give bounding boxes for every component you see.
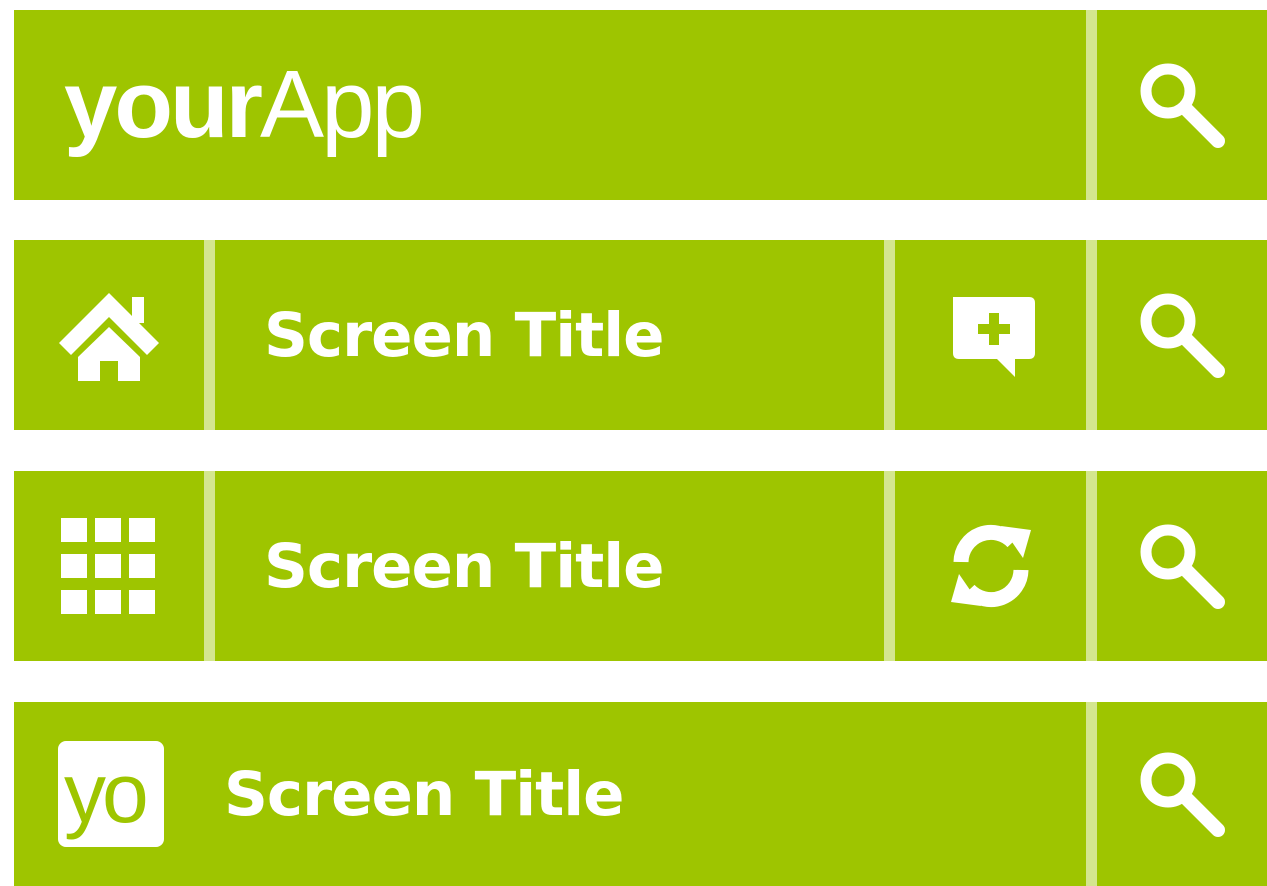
search-button[interactable] — [1097, 471, 1267, 661]
search-icon — [1132, 285, 1232, 385]
app-icon-text: yo — [64, 746, 149, 840]
action-bar-brand: your App — [14, 10, 1267, 200]
divider — [1086, 10, 1097, 200]
app-icon-button[interactable]: yo — [58, 702, 164, 886]
divider — [1086, 240, 1097, 430]
divider — [1086, 471, 1097, 661]
home-icon — [54, 285, 164, 385]
grid-icon — [59, 516, 159, 616]
screen-title: Screen Title — [224, 758, 625, 830]
home-button[interactable] — [14, 240, 204, 430]
add-comment-button[interactable] — [895, 240, 1086, 430]
divider — [1086, 702, 1097, 886]
divider — [204, 240, 215, 430]
refresh-icon — [941, 516, 1041, 616]
search-icon — [1132, 55, 1232, 155]
search-icon — [1132, 516, 1232, 616]
apps-grid-button[interactable] — [14, 471, 204, 661]
refresh-button[interactable] — [895, 471, 1086, 661]
add-comment-icon — [941, 285, 1041, 385]
action-bar-home: Screen Title — [14, 240, 1267, 430]
app-icon: yo — [58, 741, 164, 847]
app-logo-light: App — [260, 51, 425, 158]
divider — [204, 471, 215, 661]
action-bar-grid: Screen Title — [14, 471, 1267, 661]
screen-title: Screen Title — [264, 530, 665, 602]
screen-title: Screen Title — [264, 299, 665, 371]
app-logo-bold: your — [64, 51, 263, 158]
search-icon — [1132, 744, 1232, 844]
app-logo: your App — [64, 10, 425, 200]
divider — [884, 240, 895, 430]
search-button[interactable] — [1097, 240, 1267, 430]
search-button[interactable] — [1097, 702, 1267, 886]
action-bar-app-icon: yo Screen Title — [14, 702, 1267, 886]
divider — [884, 471, 895, 661]
search-button[interactable] — [1097, 10, 1267, 200]
